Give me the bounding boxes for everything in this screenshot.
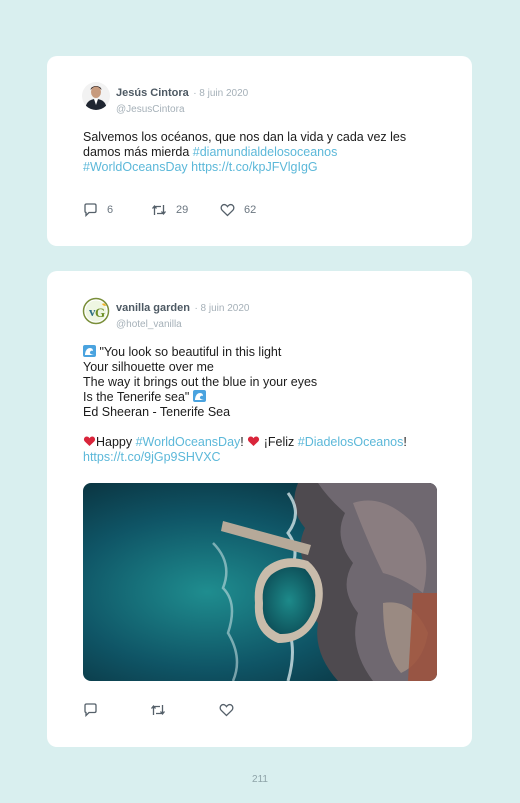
tweet-text-line: Happy [96,435,136,449]
hashtag-link[interactable]: #WorldOceansDay [83,160,188,174]
url-link[interactable]: https://t.co/9jGp9SHVXC [83,450,221,464]
author-name[interactable]: vanilla garden [116,302,190,314]
aerial-coast-image [83,483,437,681]
svg-text:G: G [95,305,105,320]
tweet-text-line: ¡Feliz [260,435,298,449]
heart-icon [220,203,235,217]
tweet-text-line: damos más mierda [83,145,193,159]
reply-icon [83,703,98,717]
author-handle[interactable]: @JesusCintora [116,104,248,115]
retweet-icon [150,703,166,717]
tweet-text-line: The way it brings out the blue in your e… [83,375,318,389]
like-count: 62 [244,204,257,216]
tweet-text-line: "You look so beautiful in this light [99,345,282,359]
reply-count: 6 [107,204,114,216]
retweet-button[interactable]: 29 [151,203,188,217]
url-link[interactable]: https://t.co/kpJFVlgIgG [191,160,317,174]
tweet-card: Jesús Cintora · 8 juin 2020 @JesusCintor… [47,56,472,246]
avatar[interactable]: v G [82,297,110,325]
reply-icon [83,203,98,217]
page-number: 211 [252,774,268,785]
tweet-date[interactable]: · 8 juin 2020 [194,303,249,314]
heart-emoji-icon [248,436,260,446]
hashtag-link[interactable]: #WorldOceansDay [136,435,241,449]
tweet-card: v G vanilla garden · 8 juin 2020 @hotel_… [47,271,472,747]
wave-icon [83,345,96,357]
tweet-text: "You look so beautiful in this light You… [83,345,443,465]
reply-button[interactable]: 6 [83,203,113,217]
tweet-text-line: ! [403,435,407,449]
heart-emoji-icon [83,436,96,446]
hashtag-link[interactable]: #DiadelosOceanos [298,435,404,449]
author-name[interactable]: Jesús Cintora [116,87,189,99]
tweet-text-line: ! [240,435,244,449]
hashtag-link[interactable]: #diamundialdelosoceanos [193,145,338,159]
tweet-text: Salvemos los océanos, que nos dan la vid… [83,130,443,175]
wave-icon [192,390,206,402]
retweet-icon [151,203,167,217]
heart-icon [219,703,234,717]
reply-button[interactable] [83,703,98,717]
tweet-text-line: Ed Sheeran - Tenerife Sea [83,405,231,419]
tweet-text-line: Your silhouette over me [83,360,214,374]
like-button[interactable]: 62 [220,203,256,217]
retweet-button[interactable] [150,703,166,717]
tweet-text-line: Salvemos los océanos, que nos dan la vid… [83,130,407,144]
avatar[interactable] [82,82,110,110]
author-handle[interactable]: @hotel_vanilla [116,319,249,330]
tweet-date[interactable]: · 8 juin 2020 [193,88,248,99]
retweet-count: 29 [176,204,189,216]
tweet-photo[interactable] [83,483,437,681]
tweet-text-line: Is the Tenerife sea" [83,390,190,404]
like-button[interactable] [219,703,234,717]
